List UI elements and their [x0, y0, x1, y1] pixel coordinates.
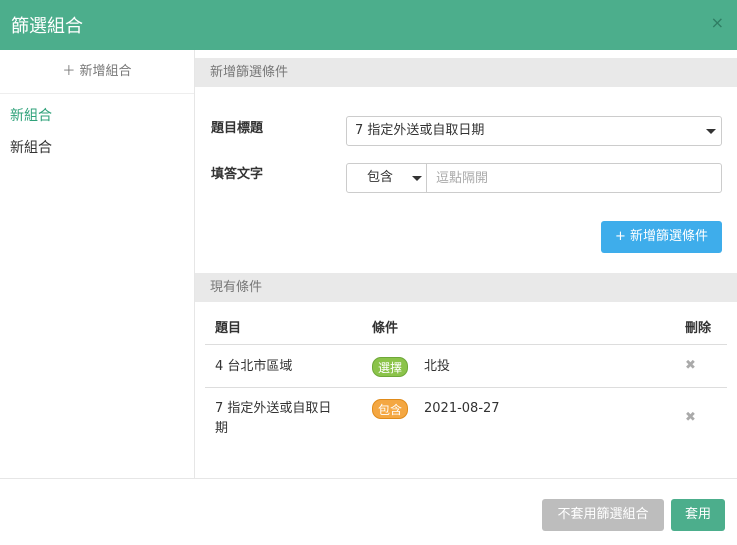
- column-header-delete: 刪除: [685, 321, 712, 336]
- condition-type-badge: 包含: [372, 399, 409, 419]
- answer-text-input[interactable]: [428, 164, 720, 192]
- table-divider: [205, 387, 727, 388]
- answer-label: 填答文字: [211, 167, 264, 182]
- question-label: 題目標題: [211, 121, 264, 136]
- chevron-down-icon: [706, 129, 716, 134]
- new-condition-section-title: 新增篩選條件: [195, 58, 737, 87]
- group-item[interactable]: 新組合: [0, 100, 194, 132]
- row-question: 4 台北市區域: [215, 359, 293, 374]
- modal-footer: 不套用篩選組合 套用: [0, 478, 737, 545]
- row-question-line2: 期: [215, 421, 229, 436]
- answer-input-group: 包含: [346, 163, 722, 193]
- row-condition-value: 2021-08-27: [424, 401, 500, 416]
- question-select[interactable]: 7 指定外送或自取日期: [346, 116, 722, 146]
- question-select-value: 7 指定外送或自取日期: [355, 123, 485, 138]
- column-header-question: 題目: [215, 321, 242, 336]
- operator-select-value: 包含: [367, 170, 394, 185]
- row-condition-value: 北投: [424, 359, 451, 374]
- modal-title: 篩選組合: [11, 16, 83, 37]
- row-question-line1: 7 指定外送或自取日: [215, 401, 332, 416]
- add-group-button[interactable]: ＋ 新增組合: [0, 50, 194, 94]
- add-condition-button[interactable]: + 新增篩選條件: [601, 221, 722, 253]
- operator-select[interactable]: 包含: [347, 164, 427, 192]
- existing-conditions-section-title: 現有條件: [195, 273, 737, 302]
- apply-button[interactable]: 套用: [671, 499, 725, 531]
- main-panel: 新增篩選條件 題目標題 7 指定外送或自取日期 填答文字 包含 + 新增篩選條件…: [195, 50, 737, 478]
- disable-filter-button[interactable]: 不套用篩選組合: [542, 499, 664, 531]
- group-list: 新組合 新組合: [0, 94, 194, 164]
- column-header-condition: 條件: [372, 321, 399, 336]
- group-item[interactable]: 新組合: [0, 132, 194, 164]
- delete-icon[interactable]: ✖: [685, 358, 696, 373]
- close-icon[interactable]: ×: [711, 13, 724, 32]
- group-sidebar: ＋ 新增組合 新組合 新組合: [0, 50, 195, 478]
- filter-combination-modal: 篩選組合 × ＋ 新增組合 新組合 新組合 新增篩選條件 題目標題 7 指定外送…: [0, 0, 737, 545]
- table-divider: [205, 344, 727, 345]
- delete-icon[interactable]: ✖: [685, 410, 696, 425]
- modal-header: 篩選組合 ×: [0, 0, 737, 50]
- condition-type-badge: 選擇: [372, 357, 409, 377]
- chevron-down-icon: [412, 176, 422, 181]
